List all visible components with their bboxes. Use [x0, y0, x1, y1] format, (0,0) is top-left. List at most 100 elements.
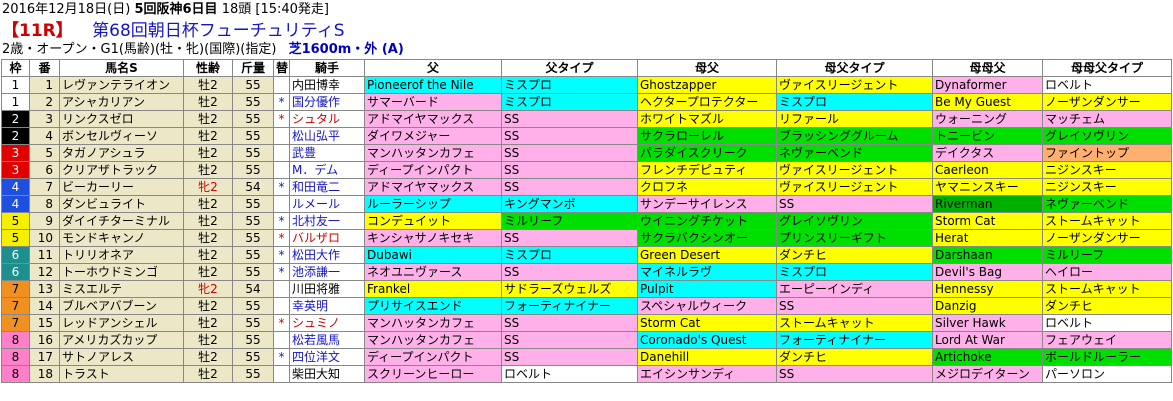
- jockey-name: 武豊: [289, 144, 365, 162]
- dam-sire-type: ヴァイスリージェント: [776, 76, 933, 94]
- horse-number: 7: [29, 178, 60, 196]
- table-row: 1 1 レヴァンテライオン 牡2 55 内田博幸 Pioneerof the Nile ミスプ…: [1, 76, 1172, 94]
- table-row: 5 9 ダイイチターミナル 牡2 55 * 北村友一 コンデュイット ミルリーフ ウイニングチケッ…: [1, 212, 1172, 230]
- sex-age: 牡2: [183, 348, 233, 366]
- dam-sire: ウイニングチケット: [637, 212, 777, 230]
- race-date: 2016年12月18日(日): [2, 2, 131, 17]
- col-number: 番: [29, 59, 60, 77]
- horse-number: 1: [29, 76, 60, 94]
- horse-name: モンドキャンノ: [59, 229, 184, 247]
- sex-age: 牡2: [183, 144, 233, 162]
- waku-cell: 4: [1, 178, 30, 196]
- table-row: 8 16 アメリカズカップ 牡2 55 松若風馬 マンハッタンカフェ SS Coronado's…: [1, 331, 1172, 349]
- gdam-sire-type: ネヴァーベンド: [1042, 195, 1172, 213]
- sire: Dubawi: [364, 246, 502, 264]
- horse-name: トリリオネア: [59, 246, 184, 264]
- gdam-sire-type: ロベルト: [1042, 76, 1172, 94]
- sire: キンシャサノキセキ: [364, 229, 502, 247]
- jockey-change-mark: [273, 280, 290, 298]
- jockey-name: 池添謙一: [289, 263, 365, 281]
- gdam-sire-type: ロベルト: [1042, 314, 1172, 332]
- horse-number: 10: [29, 229, 60, 247]
- gdam-sire-type: ニジンスキー: [1042, 178, 1172, 196]
- jockey-change-mark: [273, 161, 290, 179]
- sire-type: SS: [501, 127, 638, 145]
- horse-number: 9: [29, 212, 60, 230]
- horse-number: 18: [29, 365, 60, 383]
- dam-sire: ホワイトマズル: [637, 110, 777, 128]
- waku-cell: 2: [1, 127, 30, 145]
- horse-name: ミスエルテ: [59, 280, 184, 298]
- dam-sire-type: ヴァイスリージェント: [776, 178, 933, 196]
- sex-age: 牡2: [183, 212, 233, 230]
- jockey-change-mark: *: [273, 212, 290, 230]
- sex-age: 牡2: [183, 229, 233, 247]
- table-row: 1 2 アシャカリアン 牡2 55 * 国分優作 サマーバード ミスプロ ヘクタープロテクター ミス…: [1, 93, 1172, 111]
- dam-sire: サンデーサイレンス: [637, 195, 777, 213]
- jockey-name: 内田博幸: [289, 76, 365, 94]
- gdam-sire-type: ノーザンダンサー: [1042, 93, 1172, 111]
- gdam-sire-type: ダンチヒ: [1042, 297, 1172, 315]
- carried-weight: 55: [232, 229, 274, 247]
- race-surface: 芝1600m・外 (A): [288, 42, 404, 57]
- sire: アドマイヤマックス: [364, 110, 502, 128]
- carried-weight: 55: [232, 93, 274, 111]
- table-row: 3 6 クリアザトラック 牡2 55 M．デム ディープインパクト SS フレンチデピュティ ヴァ…: [1, 161, 1172, 179]
- col-jockey: 騎手: [289, 59, 365, 77]
- carried-weight: 55: [232, 144, 274, 162]
- sex-age: 牡2: [183, 195, 233, 213]
- horse-name: レヴァンテライオン: [59, 76, 184, 94]
- dam-sire: エイシンサンディ: [637, 365, 777, 383]
- sire-type: ミスプロ: [501, 76, 638, 94]
- sire-type: サドラーズウェルズ: [501, 280, 638, 298]
- table-row: 6 11 トリリオネア 牡2 55 * 松田大作 Dubawi ミスプロ Green Desert…: [1, 246, 1172, 264]
- horse-number: 2: [29, 93, 60, 111]
- dam-sire-type: ネヴァーベンド: [776, 144, 933, 162]
- carried-weight: 55: [232, 297, 274, 315]
- col-horse-name: 馬名S: [59, 59, 184, 77]
- gdam-sire-type: ストームキャット: [1042, 280, 1172, 298]
- waku-cell: 7: [1, 314, 30, 332]
- jockey-name: 北村友一: [289, 212, 365, 230]
- waku-cell: 4: [1, 195, 30, 213]
- jockey-name: 和田竜二: [289, 178, 365, 196]
- dam-sire-type: SS: [776, 195, 933, 213]
- table-row: 3 5 タガノアシュラ 牡2 55 武豊 マンハッタンカフェ SS パラダイスクリーク ネヴァーベ…: [1, 144, 1172, 162]
- gdam-sire-type: ヘイロー: [1042, 263, 1172, 281]
- dam-sire-type: ダンチヒ: [776, 348, 933, 366]
- horse-name: ダンビュライト: [59, 195, 184, 213]
- sire-type: ミスプロ: [501, 93, 638, 111]
- table-row: 7 13 ミスエルテ 牝2 54 川田将雅 Frankel サドラーズウェルズ Pulpit エー…: [1, 280, 1172, 298]
- sire-type: SS: [501, 348, 638, 366]
- waku-cell: 1: [1, 93, 30, 111]
- jockey-change-mark: *: [273, 263, 290, 281]
- carried-weight: 55: [232, 314, 274, 332]
- race-name: 第68回朝日杯フューチュリティS: [92, 21, 345, 41]
- horse-name: トーホウドミンゴ: [59, 263, 184, 281]
- race-conditions-line: 2歳・オープン・G1(馬齢)(牡・牝)(国際)(指定) 芝1600m・外 (A): [2, 42, 404, 58]
- jockey-name: ルメール: [289, 195, 365, 213]
- waku-cell: 5: [1, 212, 30, 230]
- dam-sire: Green Desert: [637, 246, 777, 264]
- table-row: 4 8 ダンビュライト 牡2 55 ルメール ルーラーシップ キングマンボ サンデーサイレンス S…: [1, 195, 1172, 213]
- col-sire: 父: [364, 59, 502, 77]
- horse-number: 16: [29, 331, 60, 349]
- col-change: 替: [273, 59, 290, 77]
- table-row: 2 3 リンクスゼロ 牡2 55 * シュタル アドマイヤマックス SS ホワイトマズル リファール…: [1, 110, 1172, 128]
- carried-weight: 55: [232, 110, 274, 128]
- col-sex-age: 性齢: [183, 59, 233, 77]
- horse-number: 13: [29, 280, 60, 298]
- race-meeting: 5回阪神6日目: [134, 2, 218, 17]
- carried-weight: 54: [232, 178, 274, 196]
- sex-age: 牡2: [183, 331, 233, 349]
- jockey-name: 松田大作: [289, 246, 365, 264]
- sex-age: 牡2: [183, 110, 233, 128]
- table-row: 8 18 トラスト 牡2 55 柴田大知 スクリーンヒーロー ロベルト エイシンサンディ SS メジ…: [1, 365, 1172, 383]
- waku-cell: 8: [1, 348, 30, 366]
- sire: ディープインパクト: [364, 161, 502, 179]
- table-row: 5 10 モンドキャンノ 牡2 55 * バルザロ キンシャサノキセキ SS サクラバクシンオープ…: [1, 229, 1172, 247]
- sire: マンハッタンカフェ: [364, 331, 502, 349]
- gdam-sire: Herat: [932, 229, 1043, 247]
- jockey-change-mark: *: [273, 229, 290, 247]
- sire: ルーラーシップ: [364, 195, 502, 213]
